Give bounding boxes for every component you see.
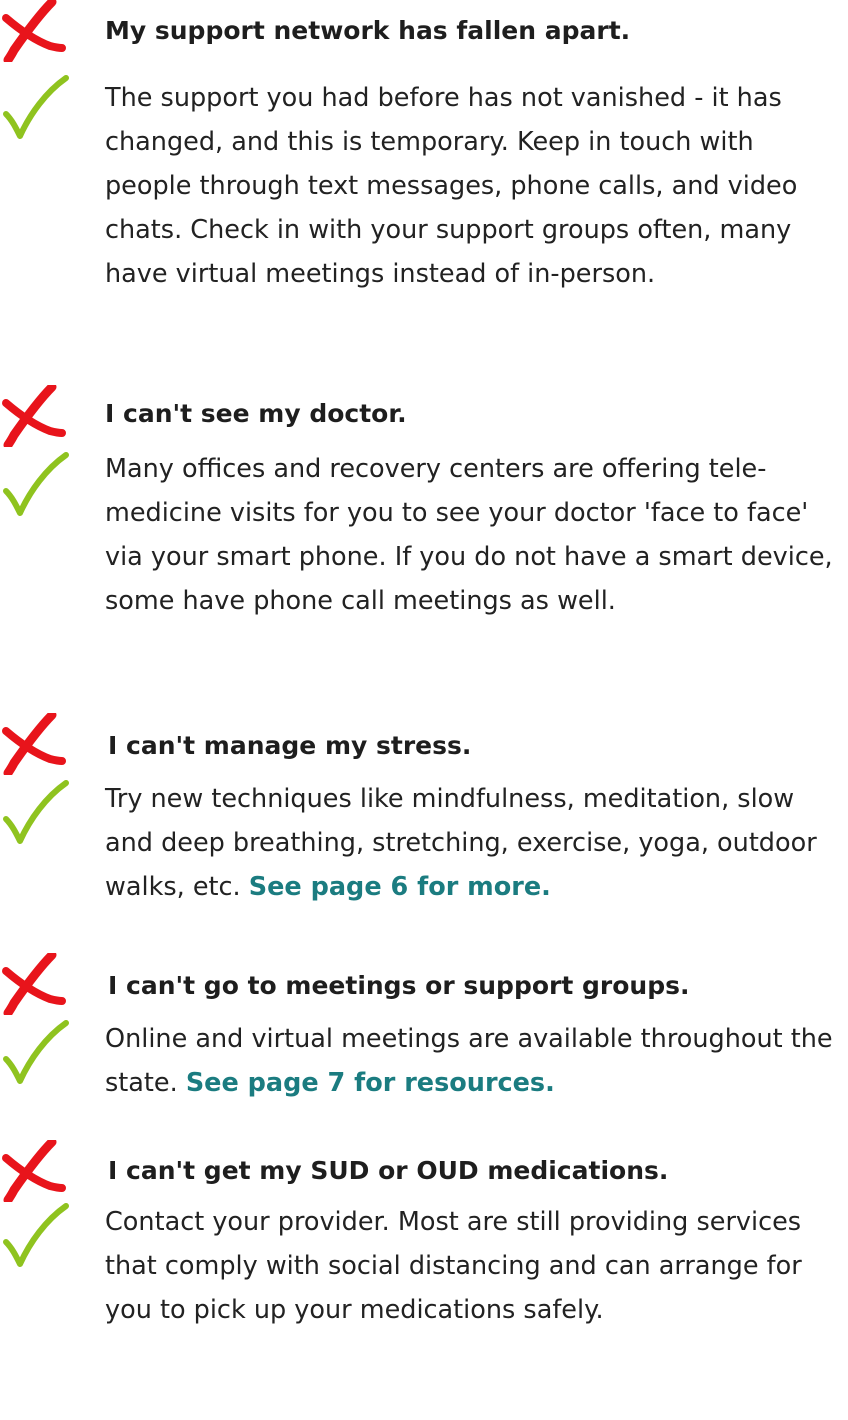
myth-statement: I can't see my doctor. (105, 399, 407, 428)
fact-statement: Try new techniques like mindfulness, med… (105, 777, 840, 909)
checkmark-icon (3, 1203, 69, 1267)
cross-icon (2, 953, 66, 1015)
cross-icon (2, 1140, 66, 1202)
fact-statement: Many offices and recovery centers are of… (105, 447, 840, 623)
fact-text: The support you had before has not vanis… (105, 83, 798, 289)
see-page-link[interactable]: See page 6 for more. (249, 872, 551, 902)
checkmark-icon (3, 452, 69, 516)
myth-statement: My support network has fallen apart. (105, 16, 631, 45)
cross-icon (2, 0, 66, 62)
fact-statement: The support you had before has not vanis… (105, 76, 840, 296)
checkmark-icon (3, 1020, 69, 1084)
cross-icon (2, 713, 66, 775)
fact-text: Many offices and recovery centers are of… (105, 454, 833, 616)
myth-statement: I can't manage my stress. (108, 731, 472, 760)
fact-statement: Contact your provider. Most are still pr… (105, 1200, 840, 1332)
cross-icon (2, 385, 66, 447)
myth-statement: I can't get my SUD or OUD medications. (108, 1156, 669, 1185)
checkmark-icon (3, 75, 69, 139)
myth-statement: I can't go to meetings or support groups… (108, 971, 690, 1000)
see-page-link[interactable]: See page 7 for resources. (186, 1068, 555, 1098)
checkmark-icon (3, 780, 69, 844)
fact-statement: Online and virtual meetings are availabl… (105, 1017, 840, 1105)
fact-text: Contact your provider. Most are still pr… (105, 1207, 802, 1325)
